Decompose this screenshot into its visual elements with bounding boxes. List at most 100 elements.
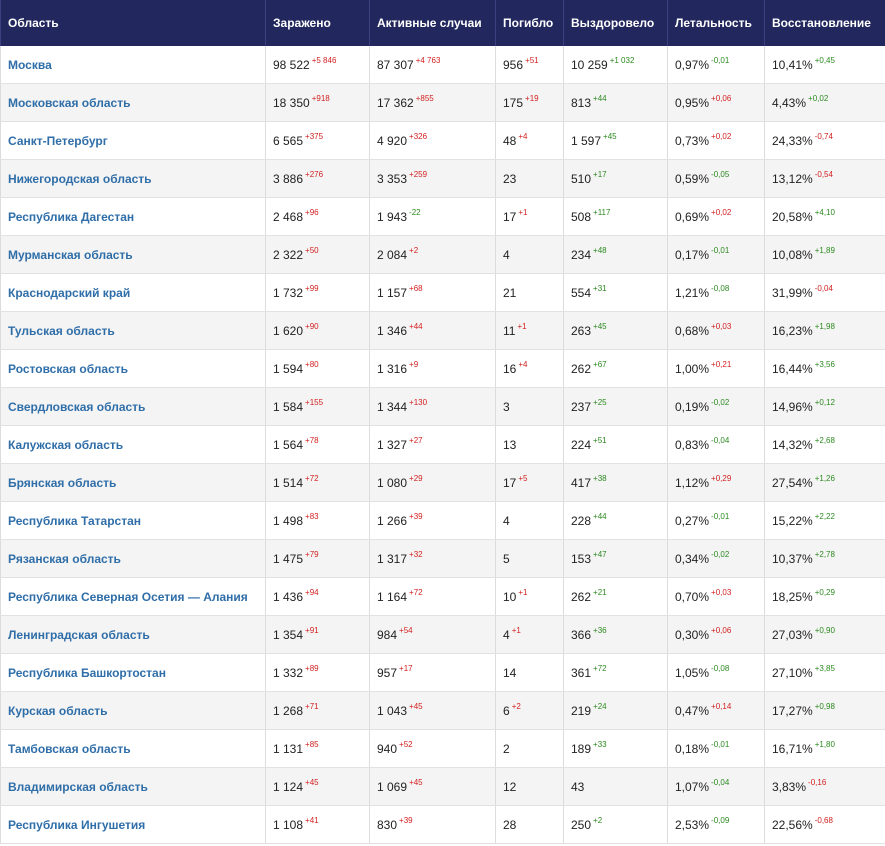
region-link[interactable]: Москва — [8, 58, 52, 72]
infected-delta: +90 — [305, 322, 319, 331]
recovered-cell: 10 259 +1 032 — [563, 46, 667, 83]
region-link[interactable]: Калужская область — [8, 438, 123, 452]
died-delta: +2 — [511, 702, 521, 711]
active-value: 940 — [377, 741, 398, 756]
table-row: Нижегородская область 3 886 +276 3 353 +259 2… — [0, 160, 885, 198]
infected-cell: 1 594 +80 — [265, 350, 369, 387]
region-link[interactable]: Нижегородская область — [8, 172, 152, 186]
active-value: 87 307 — [377, 57, 414, 72]
died-value: 2 — [503, 741, 510, 756]
region-link[interactable]: Владимирская область — [8, 780, 148, 794]
table-row: Ростовская область 1 594 +80 1 316 +9 16 +4 262… — [0, 350, 885, 388]
infected-cell: 1 498 +83 — [265, 502, 369, 539]
region-link[interactable]: Ленинградская область — [8, 628, 150, 642]
region-link[interactable]: Брянская область — [8, 476, 116, 490]
region-link[interactable]: Республика Северная Осетия — Алания — [8, 590, 248, 604]
region-link[interactable]: Тамбовская область — [8, 742, 131, 756]
died-cell: 48 +4 — [495, 122, 563, 159]
recovery-delta: +0,90 — [814, 626, 835, 635]
recovery-cell: 3,83% -0,16 — [764, 768, 885, 805]
infected-value: 2 468 — [273, 209, 304, 224]
active-value: 2 084 — [377, 247, 408, 262]
region-link[interactable]: Республика Дагестан — [8, 210, 134, 224]
died-cell: 4 +1 — [495, 616, 563, 653]
region-cell: Курская область — [0, 692, 265, 729]
region-link[interactable]: Санкт-Петербург — [8, 134, 108, 148]
table-row: Республика Дагестан 2 468 +96 1 943 -22 17 +1 5… — [0, 198, 885, 236]
region-cell: Москва — [0, 46, 265, 83]
column-header-recovery[interactable]: Восстановление — [764, 0, 885, 46]
lethality-value: 0,19% — [675, 399, 710, 414]
region-cell: Тамбовская область — [0, 730, 265, 767]
lethality-value: 2,53% — [675, 817, 710, 832]
region-cell: Московская область — [0, 84, 265, 121]
recovered-delta: +117 — [593, 208, 611, 217]
active-value: 1 069 — [377, 779, 408, 794]
region-link[interactable]: Рязанская область — [8, 552, 121, 566]
recovery-value: 3,83% — [772, 779, 807, 794]
infected-value: 1 620 — [273, 323, 304, 338]
recovery-cell: 10,08% +1,89 — [764, 236, 885, 273]
recovery-value: 22,56% — [772, 817, 813, 832]
active-value: 1 346 — [377, 323, 408, 338]
lethality-delta: +0,03 — [711, 322, 732, 331]
active-cell: 957 +17 — [369, 654, 495, 691]
active-delta: +326 — [409, 132, 428, 141]
region-link[interactable]: Курская область — [8, 704, 108, 718]
recovery-delta: +3,56 — [814, 360, 835, 369]
recovery-value: 16,71% — [772, 741, 813, 756]
region-link[interactable]: Республика Ингушетия — [8, 818, 145, 832]
died-cell: 13 — [495, 426, 563, 463]
region-link[interactable]: Краснодарский край — [8, 286, 130, 300]
recovery-cell: 31,99% -0,04 — [764, 274, 885, 311]
recovery-cell: 27,54% +1,26 — [764, 464, 885, 501]
region-link[interactable]: Мурманская область — [8, 248, 133, 262]
lethality-cell: 1,05% -0,08 — [667, 654, 764, 691]
column-header-active[interactable]: Активные случаи — [369, 0, 495, 46]
region-link[interactable]: Ростовская область — [8, 362, 128, 376]
recovery-cell: 16,23% +1,98 — [764, 312, 885, 349]
infected-delta: +72 — [305, 474, 319, 483]
region-link[interactable]: Республика Татарстан — [8, 514, 141, 528]
recovery-delta: +4,10 — [814, 208, 835, 217]
infected-cell: 1 332 +89 — [265, 654, 369, 691]
active-cell: 1 266 +39 — [369, 502, 495, 539]
table-row: Московская область 18 350 +918 17 362 +855 17… — [0, 84, 885, 122]
infected-cell: 1 564 +78 — [265, 426, 369, 463]
column-header-recovered[interactable]: Выздоровело — [563, 0, 667, 46]
infected-cell: 1 354 +91 — [265, 616, 369, 653]
active-value: 1 943 — [377, 209, 408, 224]
recovery-cell: 14,96% +0,12 — [764, 388, 885, 425]
table-row: Курская область 1 268 +71 1 043 +45 6 +2 219 +24… — [0, 692, 885, 730]
died-value: 5 — [503, 551, 510, 566]
region-link[interactable]: Московская область — [8, 96, 130, 110]
died-delta: +4 — [518, 360, 528, 369]
column-header-lethality[interactable]: Летальность — [667, 0, 764, 46]
recovered-cell: 224 +51 — [563, 426, 667, 463]
region-link[interactable]: Свердловская область — [8, 400, 145, 414]
column-header-region[interactable]: Область — [0, 0, 265, 46]
lethality-value: 0,83% — [675, 437, 710, 452]
died-value: 21 — [503, 285, 517, 300]
active-delta: +9 — [409, 360, 419, 369]
infected-value: 1 268 — [273, 703, 304, 718]
recovery-value: 31,99% — [772, 285, 813, 300]
recovered-cell: 219 +24 — [563, 692, 667, 729]
table-body: Москва 98 522 +5 846 87 307 +4 763 956 +51 10 2… — [0, 46, 885, 844]
recovery-value: 27,10% — [772, 665, 813, 680]
column-header-infected[interactable]: Заражено — [265, 0, 369, 46]
recovered-cell: 554 +31 — [563, 274, 667, 311]
infected-delta: +276 — [305, 170, 324, 179]
active-cell: 1 327 +27 — [369, 426, 495, 463]
region-link[interactable]: Республика Башкортостан — [8, 666, 166, 680]
region-link[interactable]: Тульская область — [8, 324, 115, 338]
infected-delta: +94 — [305, 588, 319, 597]
lethality-value: 1,05% — [675, 665, 710, 680]
column-header-died[interactable]: Погибло — [495, 0, 563, 46]
active-delta: +45 — [409, 702, 423, 711]
infected-delta: +50 — [305, 246, 319, 255]
recovered-cell: 234 +48 — [563, 236, 667, 273]
active-value: 1 080 — [377, 475, 408, 490]
table-row: Мурманская область 2 322 +50 2 084 +2 4 234 +48… — [0, 236, 885, 274]
recovery-cell: 24,33% -0,74 — [764, 122, 885, 159]
